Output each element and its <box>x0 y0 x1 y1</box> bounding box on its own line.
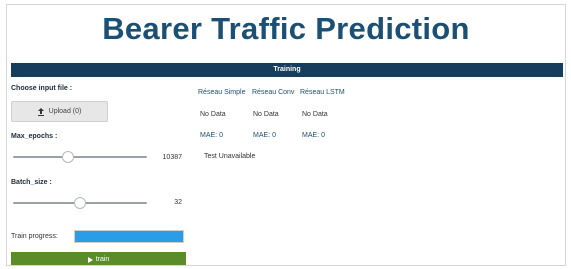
mae-label: MAE: <box>302 132 320 139</box>
test-status: Test Unavailable <box>204 153 256 160</box>
train-progress-label: Train progress: <box>11 233 58 240</box>
max-epochs-value: 10387 <box>162 154 182 161</box>
train-button[interactable]: train <box>11 252 186 265</box>
training-section-bar: Training <box>11 63 563 77</box>
train-progress-fill <box>75 231 183 242</box>
model-name-lstm: Réseau LSTM <box>300 89 345 96</box>
model-status-simple: No Data <box>200 111 226 118</box>
app-frame: Bearer Traffic Prediction Training Choos… <box>6 4 566 266</box>
batch-size-slider[interactable] <box>13 197 147 209</box>
train-button-label: train <box>95 256 110 263</box>
upload-button-label: Upload (0) <box>48 108 82 115</box>
play-icon <box>87 256 93 263</box>
max-epochs-slider[interactable] <box>13 151 147 163</box>
mae-label: MAE: <box>253 132 271 139</box>
upload-button[interactable]: Upload (0) <box>11 101 108 122</box>
model-status-lstm: No Data <box>302 111 328 118</box>
mae-value: 0 <box>219 132 223 139</box>
input-file-label: Choose input file : <box>11 85 73 92</box>
mae-label: MAE: <box>200 132 218 139</box>
batch-size-slider-thumb[interactable] <box>74 197 86 209</box>
batch-size-value: 32 <box>174 199 182 206</box>
upload-icon <box>37 108 46 116</box>
mae-value: 0 <box>321 132 325 139</box>
max-epochs-slider-thumb[interactable] <box>61 151 74 163</box>
model-mae-simple: MAE: 0 <box>200 132 223 139</box>
model-name-simple: Réseau Simple <box>198 89 246 96</box>
model-status-conv: No Data <box>253 111 279 118</box>
batch-size-label: Batch_size : <box>11 179 52 186</box>
mae-value: 0 <box>272 132 276 139</box>
model-mae-lstm: MAE: 0 <box>302 132 325 139</box>
model-mae-conv: MAE: 0 <box>253 132 276 139</box>
max-epochs-slider-track <box>13 156 147 158</box>
model-name-conv: Réseau Conv <box>252 89 295 96</box>
page-title: Bearer Traffic Prediction <box>102 11 470 46</box>
train-progress-bar <box>74 230 184 243</box>
max-epochs-label: Max_epochs : <box>11 133 58 140</box>
